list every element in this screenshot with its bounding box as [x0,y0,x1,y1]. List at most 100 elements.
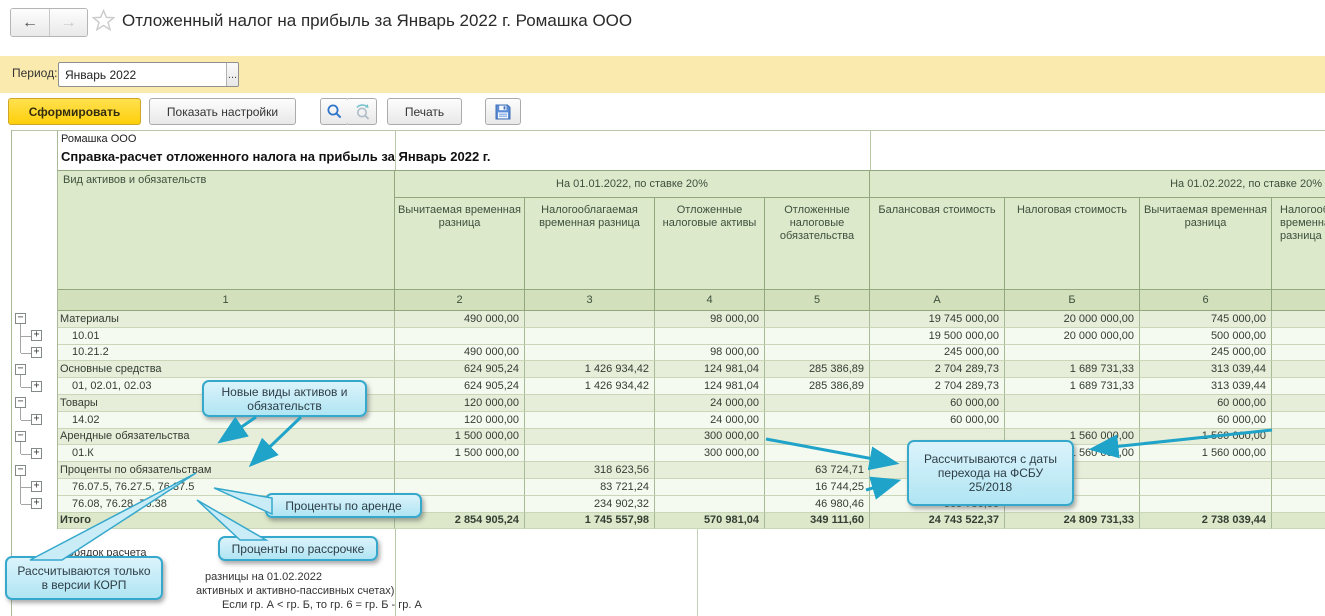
value-cell[interactable] [765,395,870,412]
value-cell[interactable] [1005,344,1140,362]
value-cell[interactable]: 20 000 000,00 [1005,311,1140,328]
value-cell[interactable]: 24 000,00 [655,411,765,429]
value-cell[interactable]: 20 000 000,00 [1005,327,1140,345]
value-cell[interactable] [655,495,765,513]
value-cell[interactable]: 1 426 934,42 [525,361,655,379]
value-cell[interactable] [765,344,870,362]
value-cell[interactable]: 1 560 000,00 [1140,445,1272,463]
value-cell[interactable]: 1 426 934,42 [525,378,655,395]
tree-expand-button[interactable]: + [31,498,42,510]
value-cell[interactable]: 83 721,24 [525,479,655,496]
value-cell[interactable] [1272,311,1325,328]
value-cell[interactable] [1272,395,1325,412]
value-cell[interactable]: 19 500 000,00 [870,327,1005,345]
value-cell[interactable] [525,411,655,429]
tree-expand-button[interactable]: + [31,414,42,426]
value-cell[interactable] [525,327,655,345]
value-cell[interactable]: 245 000,00 [1140,344,1272,362]
value-cell[interactable]: 1 500 000,00 [395,428,525,446]
row-label-cell[interactable]: 01.К [57,445,395,463]
row-label-cell[interactable]: Проценты по обязательствам [57,462,395,479]
value-cell[interactable]: 1 560 000,00 [1140,428,1272,446]
value-cell[interactable]: 120 000,00 [395,411,525,429]
value-cell[interactable] [1272,344,1325,362]
value-cell[interactable] [655,462,765,479]
value-cell[interactable] [1272,428,1325,446]
value-cell[interactable]: 1 689 731,33 [1005,378,1140,395]
value-cell[interactable]: 46 980,46 [765,495,870,513]
value-cell[interactable]: 2 704 289,73 [870,378,1005,395]
value-cell[interactable] [1140,495,1272,513]
value-cell[interactable]: 24 000,00 [655,395,765,412]
value-cell[interactable]: 98 000,00 [655,311,765,328]
row-label-cell[interactable]: Арендные обязательства [57,428,395,446]
value-cell[interactable]: 60 000,00 [1140,395,1272,412]
value-cell[interactable] [525,311,655,328]
value-cell[interactable]: 24 743 522,37 [870,512,1005,530]
value-cell[interactable] [395,462,525,479]
tree-expand-button[interactable]: + [31,380,42,392]
value-cell[interactable] [1272,462,1325,479]
tree-expand-button[interactable]: + [31,330,42,342]
value-cell[interactable] [525,344,655,362]
value-cell[interactable]: 490 000,00 [395,344,525,362]
value-cell[interactable]: 285 386,89 [765,361,870,379]
value-cell[interactable]: 490 000,00 [395,311,525,328]
row-label-cell[interactable]: 10.01 [57,327,395,345]
value-cell[interactable]: 19 745 000,00 [870,311,1005,328]
value-cell[interactable] [1272,445,1325,463]
row-label-cell[interactable]: 10.21.2 [57,344,395,362]
row-label-cell[interactable]: Материалы [57,311,395,328]
value-cell[interactable] [655,327,765,345]
value-cell[interactable] [1272,512,1325,530]
value-cell[interactable]: 2 738 039,44 [1140,512,1272,530]
tree-collapse-button[interactable]: − [15,363,26,375]
value-cell[interactable]: 285 386,89 [765,378,870,395]
value-cell[interactable]: 16 744,25 [765,479,870,496]
value-cell[interactable] [765,327,870,345]
value-cell[interactable] [1140,462,1272,479]
row-label-cell[interactable]: Основные средства [57,361,395,379]
value-cell[interactable] [1272,327,1325,345]
value-cell[interactable]: 349 111,60 [765,512,870,530]
value-cell[interactable]: 318 623,56 [525,462,655,479]
value-cell[interactable]: 124 981,04 [655,361,765,379]
value-cell[interactable]: 124 981,04 [655,378,765,395]
value-cell[interactable]: 1 745 557,98 [525,512,655,530]
tree-expand-button[interactable]: + [31,347,42,358]
value-cell[interactable]: 300 000,00 [655,445,765,463]
tree-expand-button[interactable]: + [31,481,42,493]
value-cell[interactable] [1005,411,1140,429]
value-cell[interactable] [525,395,655,412]
value-cell[interactable] [765,428,870,446]
value-cell[interactable]: 98 000,00 [655,344,765,362]
value-cell[interactable]: 500 000,00 [1140,327,1272,345]
value-cell[interactable]: 313 039,44 [1140,378,1272,395]
value-cell[interactable]: 60 000,00 [870,411,1005,429]
value-cell[interactable] [765,445,870,463]
value-cell[interactable] [655,479,765,496]
value-cell[interactable]: 1 500 000,00 [395,445,525,463]
value-cell[interactable]: 745 000,00 [1140,311,1272,328]
value-cell[interactable]: 234 902,32 [525,495,655,513]
value-cell[interactable]: 570 981,04 [655,512,765,530]
tree-collapse-button[interactable]: − [15,464,26,476]
tree-collapse-button[interactable]: − [15,313,26,325]
value-cell[interactable] [1272,411,1325,429]
value-cell[interactable]: 245 000,00 [870,344,1005,362]
value-cell[interactable]: 313 039,44 [1140,361,1272,379]
value-cell[interactable] [1272,479,1325,496]
value-cell[interactable] [1272,378,1325,395]
value-cell[interactable]: 63 724,71 [765,462,870,479]
value-cell[interactable] [1005,395,1140,412]
value-cell[interactable]: 1 689 731,33 [1005,361,1140,379]
value-cell[interactable]: 60 000,00 [1140,411,1272,429]
value-cell[interactable]: 300 000,00 [655,428,765,446]
value-cell[interactable] [1272,361,1325,379]
value-cell[interactable] [1140,479,1272,496]
value-cell[interactable] [765,311,870,328]
value-cell[interactable]: 624 905,24 [395,378,525,395]
value-cell[interactable]: 624 905,24 [395,361,525,379]
tree-collapse-button[interactable]: − [15,397,26,409]
value-cell[interactable] [525,428,655,446]
